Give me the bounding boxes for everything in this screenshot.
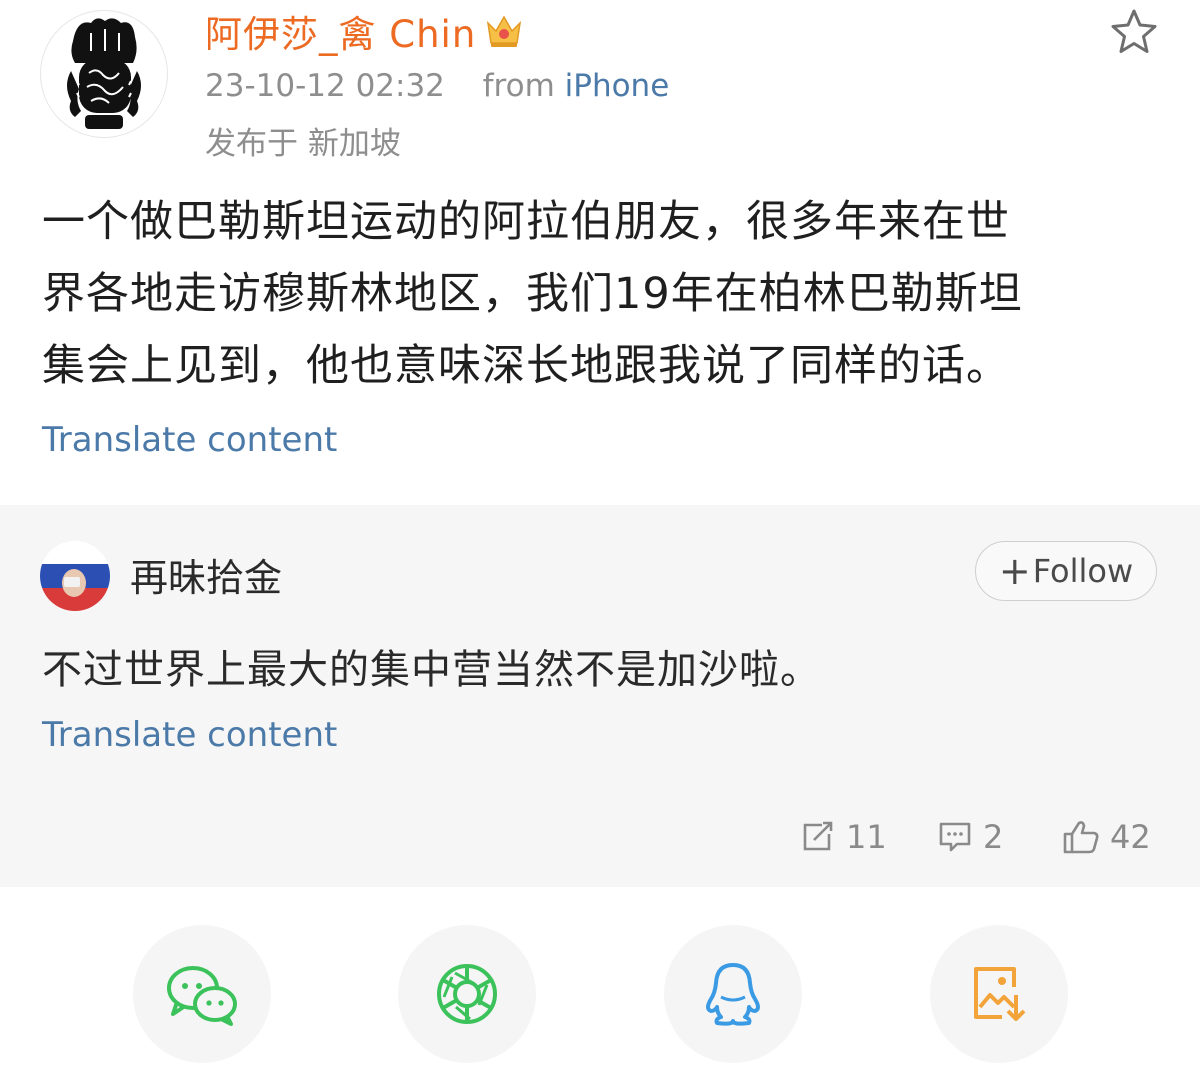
comment-stat[interactable]: 2 — [937, 817, 1003, 857]
share-wechat-button[interactable] — [133, 925, 271, 1063]
post-location: 发布于 新加坡 — [205, 126, 401, 162]
moments-icon — [437, 964, 497, 1024]
post-text-line: 集会上见到，他也意味深长地跟我说了同样的话。 — [42, 341, 1010, 391]
post-header: 阿伊莎_禽 Chin 23-10-12 02:32 from iPhone 发布… — [0, 0, 1200, 170]
post-text-line: 界各地走访穆斯林地区，我们19年在柏林巴勒斯坦 — [42, 269, 1023, 319]
favorite-star-icon[interactable] — [1108, 6, 1160, 58]
repost-stat[interactable]: 11 — [800, 817, 887, 857]
plus-icon: + — [998, 549, 1031, 593]
author-name[interactable]: 阿伊莎_禽 Chin — [205, 4, 476, 58]
share-moments-button[interactable] — [398, 925, 536, 1063]
translate-comment-link[interactable]: Translate content — [42, 715, 337, 755]
thumbs-up-icon — [1063, 821, 1099, 854]
like-stat[interactable]: 42 — [1062, 817, 1151, 857]
share-bar — [0, 887, 1200, 1076]
top-comment: 再昧拾金 + Follow 不过世界上最大的集中营当然不是加沙啦。 Transl… — [0, 505, 1200, 887]
vip-crown-icon — [484, 13, 524, 49]
follow-button[interactable]: + Follow — [975, 541, 1157, 601]
post-source[interactable]: iPhone — [565, 68, 670, 104]
repost-count: 11 — [846, 818, 887, 856]
qq-icon — [706, 963, 760, 1026]
like-count: 42 — [1110, 818, 1151, 856]
translate-post-link[interactable]: Translate content — [42, 420, 337, 460]
post-text: 一个做巴勒斯坦运动的阿拉伯朋友，很多年来在世 界各地走访穆斯林地区，我们19年在… — [42, 186, 1172, 402]
save-image-icon — [974, 967, 1026, 1021]
wechat-icon — [167, 966, 237, 1026]
commenter-name[interactable]: 再昧拾金 — [130, 547, 282, 602]
weibo-post-page: 阿伊莎_禽 Chin 23-10-12 02:32 from iPhone 发布… — [0, 0, 1200, 1076]
repost-icon — [803, 821, 833, 851]
comment-icon — [939, 822, 971, 852]
comment-text: 不过世界上最大的集中营当然不是加沙啦。 — [42, 647, 821, 693]
author-avatar[interactable] — [40, 10, 168, 138]
post-meta: 23-10-12 02:32 from iPhone — [205, 68, 669, 104]
post-from-label: from — [482, 68, 555, 104]
follow-button-label: Follow — [1032, 552, 1134, 590]
comment-count: 2 — [983, 818, 1004, 856]
post-text-line: 一个做巴勒斯坦运动的阿拉伯朋友，很多年来在世 — [42, 197, 1010, 247]
save-image-button[interactable] — [930, 925, 1068, 1063]
commenter-avatar[interactable] — [40, 541, 110, 611]
author-row: 阿伊莎_禽 Chin — [205, 6, 524, 56]
share-qq-button[interactable] — [664, 925, 802, 1063]
post-timestamp: 23-10-12 02:32 — [205, 68, 445, 104]
